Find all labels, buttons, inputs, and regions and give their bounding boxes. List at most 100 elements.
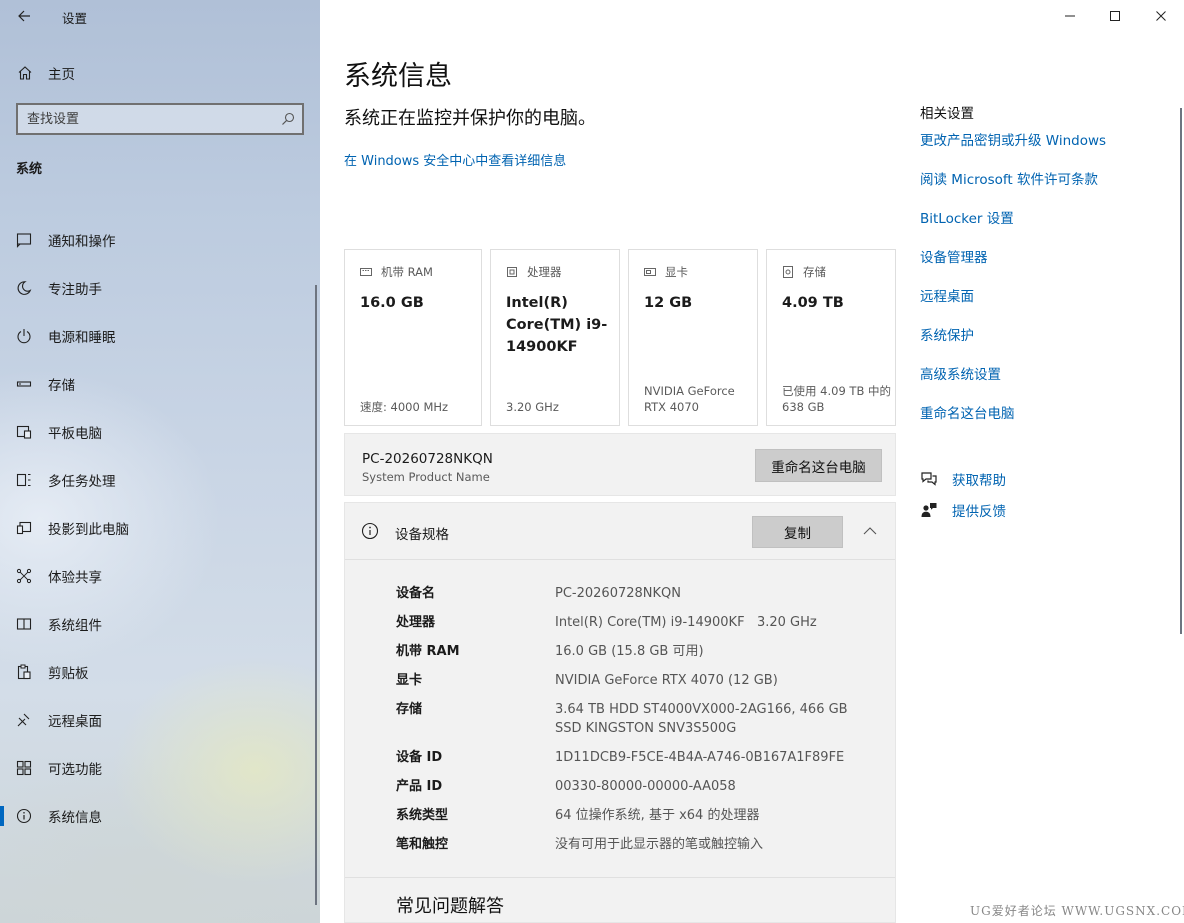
sidebar-item-system-components[interactable]: 系统组件	[0, 600, 320, 648]
sidebar-item-label: 远程桌面	[48, 714, 102, 730]
sidebar-item-label: 电源和睡眠	[48, 330, 116, 346]
protection-status-text: 系统正在监控并保护你的电脑。	[344, 108, 596, 129]
sidebar-item-label: 可选功能	[48, 762, 102, 778]
sidebar-item-storage[interactable]: 存储	[0, 360, 320, 408]
rename-pc-button[interactable]: 重命名这台电脑	[755, 449, 882, 482]
card-detail: 已使用 4.09 TB 中的 638 GB	[782, 384, 891, 414]
sidebar-item-power-sleep[interactable]: 电源和睡眠	[0, 312, 320, 360]
sidebar-section-heading: 系统	[16, 162, 43, 177]
components-icon	[15, 615, 33, 633]
device-specs-header[interactable]: 设备规格 复制	[345, 503, 895, 560]
back-arrow-icon	[18, 10, 30, 22]
sidebar-item-shared-experiences[interactable]: 体验共享	[0, 552, 320, 600]
device-specs-title: 设备规格	[395, 527, 449, 543]
project-icon	[15, 519, 33, 537]
sidebar: 设置 主页 系统 通知和操作 专注助手 电源和睡眠 存储	[0, 0, 320, 923]
security-center-link[interactable]: 在 Windows 安全中心中查看详细信息	[344, 150, 566, 169]
info-icon	[361, 522, 379, 540]
back-button[interactable]	[12, 4, 36, 28]
sidebar-item-multitasking[interactable]: 多任务处理	[0, 456, 320, 504]
spec-key: 笔和触控	[396, 837, 449, 852]
sidebar-item-focus-assist[interactable]: 专注助手	[0, 264, 320, 312]
device-manager-link[interactable]: 设备管理器	[920, 246, 988, 266]
sidebar-item-optional-features[interactable]: 可选功能	[0, 744, 320, 792]
moon-icon	[15, 279, 33, 297]
apps-icon	[15, 759, 33, 777]
ram-card: 机带 RAM 16.0 GB 速度: 4000 MHz	[344, 249, 482, 426]
sidebar-item-label: 专注助手	[48, 282, 102, 298]
gpu-icon	[644, 266, 656, 278]
card-detail: 3.20 GHz	[506, 400, 559, 414]
get-help-label: 获取帮助	[952, 473, 1006, 489]
search-box[interactable]	[16, 103, 304, 135]
main-scrollbar[interactable]	[1180, 108, 1182, 634]
related-settings-title: 相关设置	[920, 106, 974, 122]
multitask-icon	[15, 471, 33, 489]
cpu-icon	[506, 266, 518, 278]
card-detail: NVIDIA GeForce RTX 4070	[644, 384, 735, 414]
gpu-card: 显卡 12 GB NVIDIA GeForce RTX 4070	[628, 249, 758, 426]
search-icon[interactable]	[274, 105, 302, 133]
sidebar-item-tablet[interactable]: 平板电脑	[0, 408, 320, 456]
divider	[345, 877, 895, 878]
share-icon	[15, 567, 33, 585]
product-name: System Product Name	[362, 470, 490, 484]
give-feedback-link[interactable]: 提供反馈	[920, 500, 1006, 520]
notification-icon	[15, 231, 33, 249]
license-terms-link[interactable]: 阅读 Microsoft 软件许可条款	[920, 168, 1098, 188]
home-icon	[16, 64, 34, 82]
cpu-card: 处理器 Intel(R) Core(TM) i9-14900KF 3.20 GH…	[490, 249, 620, 426]
spec-key: 设备名	[396, 586, 436, 601]
sidebar-item-label: 多任务处理	[48, 474, 116, 490]
sidebar-item-label: 体验共享	[48, 570, 102, 586]
card-value: 12 GB	[644, 295, 693, 311]
sidebar-nav: 通知和操作 专注助手 电源和睡眠 存储 平板电脑 多任务处理 投影到此电脑 体验…	[0, 216, 320, 840]
sidebar-item-project[interactable]: 投影到此电脑	[0, 504, 320, 552]
sidebar-item-label: 投影到此电脑	[48, 522, 129, 538]
rename-pc-link[interactable]: 重命名这台电脑	[920, 402, 1015, 422]
copy-button[interactable]: 复制	[752, 516, 843, 548]
spec-value: Intel(R) Core(TM) i9-14900KF 3.20 GHz	[555, 615, 817, 630]
get-help-link[interactable]: 获取帮助	[920, 469, 1006, 489]
give-feedback-label: 提供反馈	[952, 504, 1006, 520]
disk-icon	[782, 266, 794, 278]
spec-key: 机带 RAM	[396, 644, 460, 659]
spec-row: 处理器 Intel(R) Core(TM) i9-14900KF 3.20 GH…	[396, 613, 886, 632]
sidebar-item-label: 剪贴板	[48, 666, 89, 682]
spec-row: 产品 ID 00330-80000-00000-AA058	[396, 777, 886, 796]
advanced-system-settings-link[interactable]: 高级系统设置	[920, 363, 1001, 383]
help-chat-icon	[920, 470, 938, 488]
card-value: 4.09 TB	[782, 295, 844, 311]
bitlocker-settings-link[interactable]: BitLocker 设置	[920, 207, 1014, 227]
spec-value: PC-20260728NKQN	[555, 586, 681, 601]
system-protection-link[interactable]: 系统保护	[920, 324, 974, 344]
card-value: 16.0 GB	[360, 295, 424, 311]
chevron-up-icon[interactable]	[862, 523, 878, 539]
change-product-key-link[interactable]: 更改产品密钥或升级 Windows	[920, 129, 1106, 149]
pc-name-panel: PC-20260728NKQN System Product Name 重命名这…	[344, 433, 896, 496]
title-bar: 设置	[0, 0, 320, 32]
card-value: Intel(R) Core(TM) i9-14900KF	[506, 295, 608, 355]
spec-value: 00330-80000-00000-AA058	[555, 779, 736, 794]
storage-icon	[15, 375, 33, 393]
card-label: 显卡	[665, 265, 688, 279]
spec-key: 系统类型	[396, 808, 449, 823]
sidebar-item-home[interactable]: 主页	[0, 56, 320, 90]
spec-value: NVIDIA GeForce RTX 4070 (12 GB)	[555, 673, 778, 688]
spec-key: 存储	[396, 702, 423, 717]
spec-row: 显卡 NVIDIA GeForce RTX 4070 (12 GB)	[396, 671, 886, 690]
tablet-icon	[15, 423, 33, 441]
remote-desktop-link[interactable]: 远程桌面	[920, 285, 974, 305]
spec-row: 笔和触控 没有可用于此显示器的笔或触控输入	[396, 835, 886, 854]
sidebar-item-remote-desktop[interactable]: 远程桌面	[0, 696, 320, 744]
feedback-person-icon	[920, 501, 938, 519]
spec-row: 系统类型 64 位操作系统, 基于 x64 的处理器	[396, 806, 886, 825]
sidebar-item-notifications[interactable]: 通知和操作	[0, 216, 320, 264]
search-input[interactable]	[18, 105, 274, 133]
sidebar-item-clipboard[interactable]: 剪贴板	[0, 648, 320, 696]
sidebar-item-about[interactable]: 系统信息	[0, 792, 320, 840]
spec-row: 设备名 PC-20260728NKQN	[396, 584, 886, 603]
sidebar-scrollbar[interactable]	[315, 285, 317, 905]
app-title: 设置	[62, 11, 88, 26]
spec-row: 设备 ID 1D11DCB9-F5CE-4B4A-A746-0B167A1F89…	[396, 748, 886, 767]
